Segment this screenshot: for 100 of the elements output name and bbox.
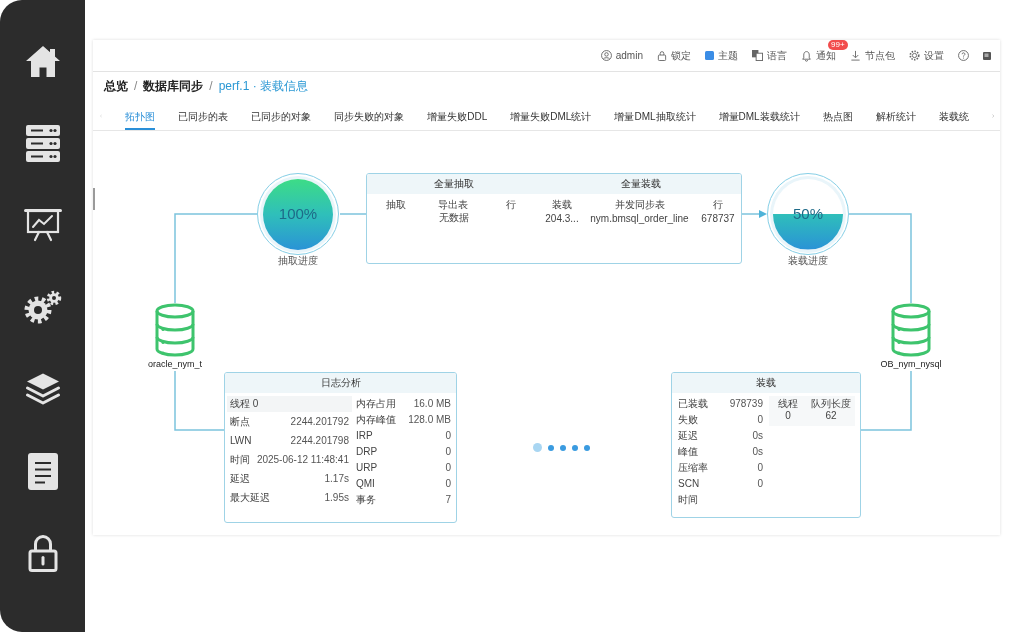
- table-cell: 62: [825, 410, 837, 422]
- lock-icon[interactable]: [27, 534, 58, 572]
- column-header: 行: [713, 198, 723, 211]
- download-button[interactable]: 节点包: [850, 49, 895, 62]
- carousel-dot[interactable]: [533, 443, 542, 452]
- column-header: 线程: [778, 398, 798, 410]
- presentation-chart-icon[interactable]: [23, 208, 62, 242]
- tab[interactable]: 解析统计: [875, 100, 916, 130]
- breadcrumb-link[interactable]: 总览: [104, 77, 128, 95]
- language-button[interactable]: 语言: [752, 49, 787, 62]
- notifications-button[interactable]: 通知: [801, 49, 836, 62]
- settings-button[interactable]: 设置: [909, 49, 944, 62]
- metric-label: SCN: [678, 478, 700, 490]
- carousel-dot[interactable]: [548, 444, 554, 451]
- table-cell: 0: [785, 410, 791, 422]
- breadcrumb-separator: /: [134, 78, 138, 95]
- tab[interactable]: 热点图: [822, 100, 853, 130]
- tab[interactable]: 已同步的对象: [251, 100, 312, 130]
- home-icon[interactable]: [24, 44, 61, 78]
- square-swatch-icon: [705, 51, 714, 60]
- metric-value: 0: [445, 478, 451, 490]
- column-header: 导出表: [438, 198, 469, 211]
- lock-button[interactable]: 锁定: [657, 49, 691, 62]
- notification-badge: 99+: [828, 39, 848, 50]
- gauge-label: 抽取进度: [278, 255, 318, 267]
- column-header: 抽取: [385, 198, 406, 211]
- tab[interactable]: 增量失败DDL: [427, 100, 488, 130]
- metric-value: 1.17s: [324, 472, 349, 485]
- gauge-value: 100%: [278, 204, 318, 223]
- connector-line: [860, 370, 912, 431]
- metric-label: 内存峰值: [356, 414, 396, 426]
- metric-label: 失败: [678, 414, 698, 426]
- tab[interactable]: 增量DML装载统计: [718, 100, 800, 130]
- metric-label: IRP: [356, 430, 373, 442]
- metric-value: 0: [445, 462, 451, 474]
- breadcrumb-separator: /: [209, 78, 213, 95]
- thread-label: 线程 0: [227, 396, 352, 412]
- connector-line: [339, 213, 367, 215]
- metric-label: 压缩率: [678, 462, 708, 474]
- metric-value: 2244.201792: [290, 415, 349, 428]
- server-icon[interactable]: [25, 124, 60, 162]
- metric-value: 0: [757, 478, 763, 490]
- column-header: 装载: [552, 198, 572, 211]
- tab[interactable]: 增量失败DML统计: [510, 100, 592, 130]
- translate-icon: [752, 50, 763, 61]
- bell-icon: [801, 49, 812, 62]
- document-icon[interactable]: [27, 452, 58, 490]
- window-button[interactable]: [983, 51, 991, 60]
- metric-label: 时间: [230, 453, 250, 466]
- metric-value: 0: [757, 414, 763, 426]
- breadcrumb-link[interactable]: 数据库同步: [143, 77, 204, 95]
- window-icon: [983, 51, 991, 60]
- column-header: 队列长度: [811, 398, 851, 410]
- metric-value: 0: [445, 430, 451, 442]
- metric-label: LWN: [230, 434, 252, 447]
- metric-value: 1.95s: [324, 491, 349, 504]
- download-icon: [850, 50, 861, 61]
- help-icon: [958, 50, 969, 61]
- empty-message: 无数据: [438, 211, 469, 224]
- metric-value: 128.0 MB: [408, 414, 451, 426]
- breadcrumb-current: perf.1 · 装载信息: [218, 78, 309, 95]
- carousel-dot[interactable]: [560, 444, 566, 451]
- user-icon: [600, 50, 612, 61]
- help-button[interactable]: [958, 50, 969, 61]
- metric-label: 事务: [356, 494, 376, 506]
- carousel-dot[interactable]: [584, 444, 590, 451]
- section-title: 全量装载: [540, 174, 741, 194]
- gauge-value: 50%: [793, 204, 823, 223]
- connector-line: [174, 370, 225, 431]
- layers-icon[interactable]: [24, 372, 61, 406]
- section-title: 全量抽取: [367, 174, 540, 194]
- metric-label: 内存占用: [356, 398, 396, 410]
- metric-label: 延迟: [230, 472, 250, 485]
- tab[interactable]: 已同步的表: [178, 100, 229, 130]
- metric-value: 0s: [752, 430, 763, 442]
- tab[interactable]: 增量DML抽取统计: [614, 100, 696, 130]
- tab[interactable]: 拓扑图: [125, 100, 156, 130]
- carousel-dot[interactable]: [572, 444, 578, 451]
- gauge-label: 装载进度: [788, 255, 828, 267]
- metric-value: 16.0 MB: [413, 398, 451, 410]
- column-header: 并发同步表: [614, 198, 665, 211]
- database-icon: [154, 303, 196, 357]
- database-icon: [890, 303, 932, 357]
- panel-title: 日志分析: [225, 373, 456, 393]
- theme-button[interactable]: 主题: [705, 49, 738, 62]
- gear-icon: [909, 50, 920, 61]
- table-cell: nym.bmsql_order_line: [590, 212, 689, 225]
- metric-value: 0: [757, 462, 763, 474]
- metric-label: DRP: [356, 446, 378, 458]
- metric-value: 0s: [752, 446, 763, 458]
- user-menu-button[interactable]: admin: [600, 49, 643, 62]
- tab[interactable]: 同步失败的对象: [334, 100, 405, 130]
- metric-value: 0: [445, 446, 451, 458]
- metric-label: 延迟: [678, 430, 698, 442]
- tab[interactable]: 装载统: [938, 100, 969, 130]
- gears-icon[interactable]: [22, 289, 63, 325]
- metric-value: 2025-06-12 11:48:41: [256, 453, 349, 466]
- lock-icon: [657, 50, 667, 61]
- metric-label: QMI: [356, 478, 375, 490]
- drag-handle[interactable]: [93, 188, 95, 210]
